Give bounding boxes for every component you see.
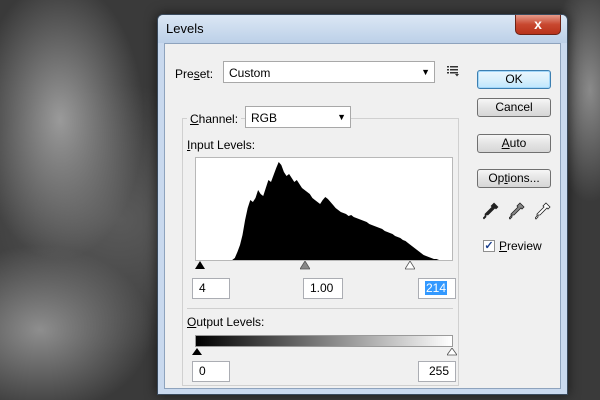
preview-checkbox[interactable]: ✓ — [483, 240, 495, 252]
input-gamma-field[interactable]: 1.00 — [303, 278, 343, 299]
histogram-silhouette — [196, 162, 452, 260]
output-gradient-bar — [195, 335, 453, 347]
preview-label: Preview — [499, 239, 542, 253]
white-point-eyedropper-icon[interactable] — [534, 202, 551, 220]
output-white-field[interactable]: 255 — [418, 361, 456, 382]
levels-dialog: Levels x Preset: Custom ▼ OK Cancel Auto… — [157, 14, 568, 395]
ok-button[interactable]: OK — [477, 70, 551, 89]
divider — [187, 308, 453, 309]
input-white-field[interactable]: 214 — [418, 278, 456, 299]
output-levels-label: Output Levels: — [187, 315, 265, 329]
input-gamma-slider[interactable] — [300, 261, 310, 270]
options-button[interactable]: Options... — [477, 169, 551, 188]
chevron-down-icon: ▼ — [421, 67, 430, 77]
output-black-slider[interactable] — [192, 348, 202, 356]
preset-value: Custom — [229, 66, 271, 80]
input-white-slider[interactable] — [405, 261, 415, 270]
histogram — [195, 157, 453, 261]
cancel-button[interactable]: Cancel — [477, 98, 551, 117]
input-black-slider[interactable] — [195, 261, 205, 270]
title-bar[interactable]: Levels x — [158, 15, 567, 43]
dialog-body: Preset: Custom ▼ OK Cancel Auto Options.… — [164, 43, 561, 389]
histogram-plot — [196, 162, 452, 260]
auto-button[interactable]: Auto — [477, 134, 551, 153]
preset-label: Preset: — [175, 67, 214, 81]
channel-select[interactable]: RGB ▼ — [245, 106, 351, 128]
chevron-down-icon: ▼ — [337, 112, 346, 122]
list-menu-icon[interactable] — [446, 63, 460, 77]
preset-select[interactable]: Custom ▼ — [223, 61, 435, 83]
input-levels-label: Input Levels: — [187, 138, 256, 152]
dialog-title: Levels — [166, 21, 204, 36]
gray-point-eyedropper-icon[interactable] — [508, 202, 525, 220]
output-white-slider[interactable] — [447, 348, 457, 356]
channel-label: Channel: — [187, 112, 242, 126]
input-black-field[interactable]: 4 — [192, 278, 230, 299]
channel-value: RGB — [251, 111, 278, 125]
close-button[interactable]: x — [515, 15, 561, 35]
input-white-selection: 214 — [425, 281, 448, 295]
black-point-eyedropper-icon[interactable] — [482, 202, 499, 220]
output-black-field[interactable]: 0 — [192, 361, 230, 382]
